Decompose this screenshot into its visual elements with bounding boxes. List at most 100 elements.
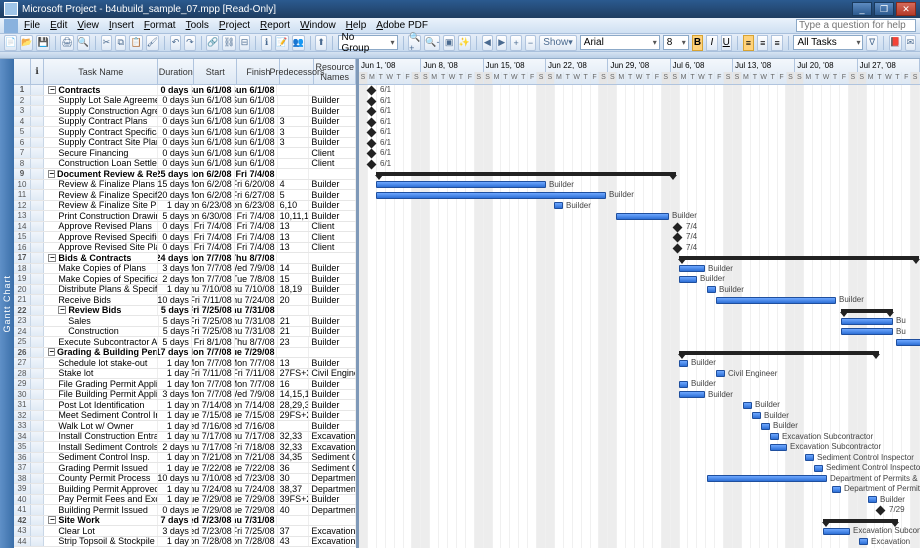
table-row[interactable]: 36Sediment Control Insp.1 dayMon 7/21/08… [14, 453, 356, 464]
pred-cell[interactable]: 18,19 [278, 285, 310, 295]
pred-cell[interactable]: 4 [278, 180, 310, 190]
row-number[interactable]: 29 [14, 379, 31, 389]
table-row[interactable]: 39Building Permit Approved1 dayThu 7/24/… [14, 484, 356, 495]
row-number[interactable]: 30 [14, 390, 31, 400]
task-bar[interactable] [716, 297, 836, 304]
pred-cell[interactable]: 37 [278, 526, 310, 536]
table-row[interactable]: 43Clear Lot3 daysWed 7/23/08Fri 7/25/083… [14, 526, 356, 537]
resource-cell[interactable]: Builder [309, 138, 356, 148]
duration-cell[interactable]: 3 days [158, 526, 192, 536]
task-bar[interactable] [841, 328, 893, 335]
table-row[interactable]: 29File Grading Permit Application1 dayMo… [14, 379, 356, 390]
expander-icon[interactable]: − [48, 170, 55, 178]
table-row[interactable]: 27Schedule lot stake-out1 dayMon 7/7/08M… [14, 358, 356, 369]
task-name-cell[interactable]: Supply Lot Sale Agreement [44, 96, 158, 106]
unlink-icon[interactable]: ⛓ [222, 35, 235, 51]
finish-cell[interactable]: Sun 6/1/08 [235, 117, 278, 127]
notes-icon[interactable]: 📝 [275, 35, 288, 51]
summary-bar[interactable] [376, 172, 676, 176]
align-right-button[interactable]: ≡ [771, 35, 782, 51]
resource-cell[interactable]: Client [309, 159, 356, 169]
info-icon[interactable]: ℹ [261, 35, 272, 51]
finish-cell[interactable]: Sun 6/1/08 [235, 148, 278, 158]
start-cell[interactable]: Mon 7/7/08 [192, 390, 235, 400]
duration-cell[interactable]: 7 days [158, 516, 192, 526]
task-bar[interactable] [832, 486, 841, 493]
task-name-cell[interactable]: County Permit Process [44, 474, 158, 484]
pred-cell[interactable]: 36 [278, 463, 310, 473]
row-number[interactable]: 20 [14, 285, 31, 295]
undo-icon[interactable]: ↶ [170, 35, 181, 51]
finish-cell[interactable]: Mon 6/23/08 [235, 201, 278, 211]
pred-cell[interactable]: 32,33 [278, 442, 310, 452]
finish-cell[interactable]: Thu 7/24/08 [235, 484, 278, 494]
link-icon[interactable]: 🔗 [206, 35, 219, 51]
finish-cell[interactable]: Thu 7/31/08 [235, 306, 278, 316]
resource-cell[interactable]: Builder [309, 117, 356, 127]
pdf-mail-icon[interactable]: ✉ [905, 35, 916, 51]
resource-cell[interactable] [309, 348, 356, 358]
row-number[interactable]: 21 [14, 295, 31, 305]
start-cell[interactable]: Thu 7/10/08 [192, 285, 235, 295]
row-number[interactable]: 7 [14, 148, 31, 158]
bold-button[interactable]: B [692, 35, 703, 51]
pred-cell[interactable]: 15 [278, 274, 310, 284]
start-cell[interactable]: Sun 6/1/08 [192, 159, 235, 169]
start-cell[interactable]: Fri 7/4/08 [192, 232, 235, 242]
duration-cell[interactable]: 1 day [158, 421, 192, 431]
task-bar[interactable] [823, 528, 850, 535]
task-name-cell[interactable]: −Review Bids [44, 306, 158, 316]
finish-cell[interactable]: Fri 7/11/08 [235, 369, 278, 379]
duration-cell[interactable]: 0 days [158, 232, 192, 242]
resource-cell[interactable]: Builder [309, 96, 356, 106]
resource-cell[interactable]: Builder [309, 337, 356, 347]
task-bar[interactable] [679, 381, 688, 388]
resource-cell[interactable]: Builder [309, 106, 356, 116]
duration-cell[interactable]: 1 day [158, 463, 192, 473]
row-number[interactable]: 3 [14, 106, 31, 116]
resource-cell[interactable]: Builder [309, 264, 356, 274]
table-row[interactable]: 12Review & Finalize Site Plan1 dayMon 6/… [14, 201, 356, 212]
pred-cell[interactable]: 20 [278, 295, 310, 305]
start-cell[interactable]: Mon 7/7/08 [192, 348, 235, 358]
table-row[interactable]: 17−Bids & Contracts24 daysMon 7/7/08Thu … [14, 253, 356, 264]
task-name-cell[interactable]: Make Copies of Plans [44, 264, 158, 274]
resource-cell[interactable] [309, 516, 356, 526]
task-name-cell[interactable]: Review & Finalize Plans [44, 180, 158, 190]
task-name-cell[interactable]: Clear Lot [44, 526, 158, 536]
task-bar[interactable] [859, 538, 868, 545]
table-row[interactable]: 3Supply Construction Agreement0 daysSun … [14, 106, 356, 117]
duration-cell[interactable]: 0 days [158, 117, 192, 127]
task-name-cell[interactable]: Walk Lot w/ Owner [44, 421, 158, 431]
table-row[interactable]: 1−Contracts0 daysSun 6/1/08Sun 6/1/08 [14, 85, 356, 96]
start-cell[interactable]: Tue 7/15/08 [192, 411, 235, 421]
expander-icon[interactable]: − [58, 306, 66, 314]
task-name-cell[interactable]: −Document Review & Revision [44, 169, 157, 179]
header-duration[interactable]: Duration [158, 59, 194, 84]
show-subtasks-icon[interactable]: + [510, 35, 521, 51]
header-taskname[interactable]: Task Name [44, 59, 158, 84]
table-row[interactable]: 6Supply Contract Site Plan0 daysSun 6/1/… [14, 138, 356, 149]
header-start[interactable]: Start [194, 59, 237, 84]
start-cell[interactable]: Fri 7/25/08 [192, 316, 235, 326]
duration-cell[interactable]: 1 day [158, 537, 192, 547]
copy-icon[interactable]: ⧉ [115, 35, 126, 51]
duration-cell[interactable]: 5 days [158, 211, 192, 221]
row-number[interactable]: 16 [14, 243, 31, 253]
table-row[interactable]: 23Sales5 daysFri 7/25/08Thu 7/31/0821Bui… [14, 316, 356, 327]
task-name-cell[interactable]: Meet Sediment Control Inspector [44, 411, 158, 421]
finish-cell[interactable]: Tue 7/29/08 [235, 348, 278, 358]
finish-cell[interactable]: Sun 6/1/08 [235, 106, 278, 116]
finish-cell[interactable]: Thu 7/24/08 [235, 295, 278, 305]
pred-cell[interactable] [277, 253, 309, 263]
row-number[interactable]: 36 [14, 453, 31, 463]
underline-button[interactable]: U [721, 35, 732, 51]
row-number[interactable]: 24 [14, 327, 31, 337]
task-name-cell[interactable]: Supply Contract Plans [44, 117, 158, 127]
start-cell[interactable]: Sun 6/1/08 [192, 138, 235, 148]
start-cell[interactable]: Fri 7/11/08 [192, 369, 235, 379]
close-button[interactable]: ✕ [896, 2, 916, 16]
row-number[interactable]: 26 [14, 348, 31, 358]
wizard-icon[interactable]: ✨ [458, 35, 471, 51]
table-row[interactable]: 38County Permit Process10 daysThu 7/10/0… [14, 474, 356, 485]
